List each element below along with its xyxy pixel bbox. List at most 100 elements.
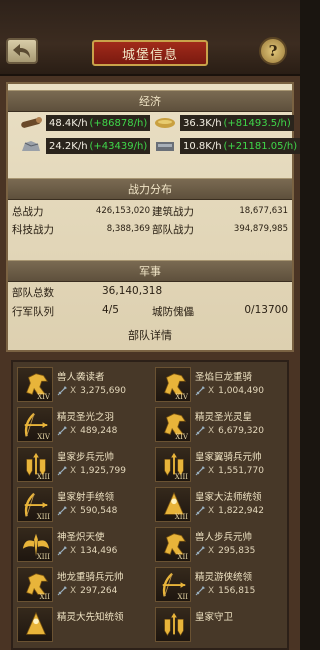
stone-rate: 24.2K/h [49, 140, 88, 152]
iron-icon [154, 139, 176, 153]
troop-card[interactable]: XII 地龙重骑兵元帅 X 297,264 [15, 566, 151, 603]
food-bonus: (+81493.5/h) [223, 117, 291, 129]
sword-icon [57, 386, 67, 396]
food-rate: 36.3K/h [183, 117, 222, 129]
troop-count-row: X 6,679,320 [195, 426, 264, 436]
archer-troop-icon: XIV [17, 407, 53, 442]
troop-tier: XIII [36, 473, 50, 481]
troop-name: 皇家大法师统领 [195, 492, 262, 503]
iron-resource: 10.8K/h (+21181.05/h) [154, 137, 300, 155]
troop-name: 圣焰巨龙重骑 [195, 372, 253, 383]
archer-troop-icon: XII [155, 567, 191, 602]
troop-tier: XIII [174, 513, 188, 521]
info-panel: 经济 48.4K/h (+86878/h) 36.3K/h (+81493.5/h)… [6, 82, 300, 352]
sword-icon [195, 466, 205, 476]
economy-title: 经济 [139, 95, 161, 108]
troop-count: 295,835 [218, 546, 256, 556]
troop-card[interactable]: XIV 兽人袭读者 X 3,275,690 [15, 366, 151, 403]
multiply-sign: X [70, 546, 77, 556]
stone-resource: 24.2K/h (+43439/h) [20, 137, 151, 155]
back-button[interactable] [6, 38, 38, 64]
troop-power-value: 394,879,985 [233, 224, 288, 234]
troop-count: 3,275,690 [80, 386, 126, 396]
troop-name: 兽人步兵元帅 [195, 532, 253, 543]
troop-card[interactable]: XII 兽人步兵元帅 X 295,835 [153, 526, 287, 563]
troop-card[interactable]: 皇家守卫 [153, 606, 287, 643]
wood-rate: 48.4K/h [49, 117, 88, 129]
sword-icon [195, 506, 205, 516]
troop-card[interactable]: XIII 皇家步兵元帅 X 1,925,799 [15, 446, 151, 483]
troop-name: 兽人袭读者 [57, 372, 105, 383]
troop-count-row: X 1,925,799 [57, 466, 126, 476]
troop-list[interactable]: XIV 兽人袭读者 X 3,275,690 XIV 圣焰巨龙重骑 X 1,004,490 XIV… [11, 360, 289, 650]
trap-label: 城防傀儡 [152, 306, 194, 318]
troop-count: 134,496 [80, 546, 118, 556]
building-power-value: 18,677,631 [239, 206, 288, 216]
sword-icon [57, 466, 67, 476]
sword-icon [57, 506, 67, 516]
help-button[interactable]: ? [259, 37, 287, 65]
sword-icon [57, 586, 67, 596]
troop-name: 精灵游侠统领 [195, 572, 253, 583]
troop-name: 神圣炽天使 [57, 532, 105, 543]
troop-tier: XIII [36, 553, 50, 561]
troop-name: 皇家步兵元帅 [57, 452, 115, 463]
troop-card[interactable]: XIV 精灵圣光之羽 X 489,248 [15, 406, 151, 443]
troop-card[interactable]: XII 精灵游侠统领 X 156,815 [153, 566, 287, 603]
sword-icon [57, 426, 67, 436]
troop-name: 皇家射手统领 [57, 492, 115, 503]
multiply-sign: X [70, 506, 77, 516]
troop-card[interactable]: 精灵大先知统领 [15, 606, 151, 643]
troop-count-row: X 156,815 [195, 586, 255, 596]
cavalry-troop-icon: XIV [155, 407, 191, 442]
sword-icon [195, 386, 205, 396]
header-bar: 城堡信息 ? [0, 0, 300, 76]
troop-count-row: X 295,835 [195, 546, 255, 556]
sword-icon [195, 426, 205, 436]
cavalry-troop-icon: XII [155, 527, 191, 562]
military-title: 军事 [139, 265, 161, 278]
troop-count-row: X 134,496 [57, 546, 117, 556]
troop-count: 1,925,799 [80, 466, 126, 476]
mage-troop-icon [17, 607, 53, 642]
infantry-troop-icon [155, 607, 191, 642]
troop-count-row: X 590,548 [57, 506, 117, 516]
iron-bonus: (+21181.05/h) [223, 140, 298, 152]
tech-power-label: 科技战力 [12, 224, 54, 236]
troop-name: 精灵圣光灵皇 [195, 412, 253, 423]
multiply-sign: X [208, 506, 215, 516]
troop-card[interactable]: XIII 皇家翼骑兵元帅 X 1,551,770 [153, 446, 287, 483]
troop-card[interactable]: XIII 皇家大法师统领 X 1,822,942 [153, 486, 287, 523]
troop-count: 590,548 [80, 506, 118, 516]
troop-card[interactable]: XIV 圣焰巨龙重骑 X 1,004,490 [153, 366, 287, 403]
multiply-sign: X [208, 466, 215, 476]
troop-count-row: X 297,264 [57, 586, 117, 596]
troop-power-label: 部队战力 [152, 224, 194, 236]
sword-icon [195, 546, 205, 556]
troop-card[interactable]: XIII 神圣炽天使 X 134,496 [15, 526, 151, 563]
troop-card[interactable]: XIII 皇家射手统领 X 590,548 [15, 486, 151, 523]
troop-name: 地龙重骑兵元帅 [57, 572, 124, 583]
troops-total-label: 部队总数 [12, 287, 54, 299]
troops-total-value: 36,140,318 [102, 285, 163, 297]
troop-count: 6,679,320 [218, 426, 264, 436]
mage-troop-icon: XIII [155, 487, 191, 522]
stone-icon [20, 139, 42, 153]
infantry-troop-icon: XIII [155, 447, 191, 482]
multiply-sign: X [208, 386, 215, 396]
total-power-value: 426,153,020 [95, 206, 150, 216]
page-title: 城堡信息 [92, 40, 208, 66]
troop-detail-title: 部队详情 [128, 329, 172, 342]
troop-count-row: X 1,551,770 [195, 466, 264, 476]
infantry-troop-icon: XIII [17, 447, 53, 482]
troop-name: 皇家守卫 [195, 612, 234, 623]
question-mark-icon: ? [268, 42, 278, 60]
power-title: 战力分布 [128, 183, 172, 196]
iron-rate: 10.8K/h [183, 140, 222, 152]
troop-count: 489,248 [80, 426, 118, 436]
troop-card[interactable]: XIV 精灵圣光灵皇 X 6,679,320 [153, 406, 287, 443]
trap-value: 0/13700 [244, 304, 288, 316]
tech-power-value: 8,388,369 [106, 224, 150, 234]
march-queue-value: 4/5 [102, 304, 119, 316]
troop-count-row: X 489,248 [57, 426, 117, 436]
